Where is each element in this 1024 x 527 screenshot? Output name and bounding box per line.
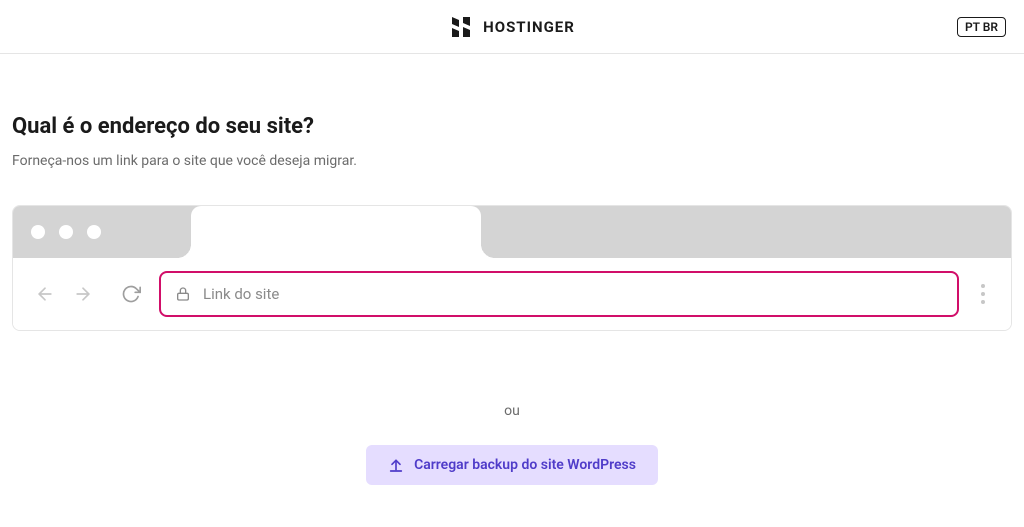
- browser-address-bar: [13, 258, 1011, 330]
- page-subtitle: Forneça-nos um link para o site que você…: [12, 153, 1012, 169]
- browser-tabbar: [13, 206, 1011, 258]
- language-selector[interactable]: PT BR: [957, 17, 1006, 37]
- upload-icon: [388, 457, 404, 473]
- back-icon: [35, 284, 55, 304]
- main-content: Qual é o endereço do seu site? Forneça-n…: [0, 54, 1024, 485]
- upload-backup-button[interactable]: Carregar backup do site WordPress: [366, 445, 658, 485]
- browser-mockup: [12, 205, 1012, 331]
- hostinger-logo-icon: [449, 15, 473, 39]
- site-url-input[interactable]: [203, 285, 943, 303]
- reload-icon: [121, 284, 141, 304]
- window-controls: [31, 225, 101, 239]
- or-divider: ou: [12, 403, 1012, 419]
- brand-name: HOSTINGER: [483, 18, 575, 36]
- window-dot-icon: [59, 225, 73, 239]
- browser-active-tab: [191, 206, 481, 258]
- url-input-wrapper[interactable]: [159, 271, 959, 317]
- window-dot-icon: [87, 225, 101, 239]
- brand-logo[interactable]: HOSTINGER: [449, 15, 575, 39]
- page-title: Qual é o endereço do seu site?: [12, 114, 1012, 139]
- lock-icon: [175, 286, 191, 302]
- app-header: HOSTINGER PT BR: [0, 0, 1024, 54]
- forward-icon: [73, 284, 93, 304]
- window-dot-icon: [31, 225, 45, 239]
- browser-menu-icon: [977, 280, 989, 308]
- upload-button-label: Carregar backup do site WordPress: [414, 457, 636, 473]
